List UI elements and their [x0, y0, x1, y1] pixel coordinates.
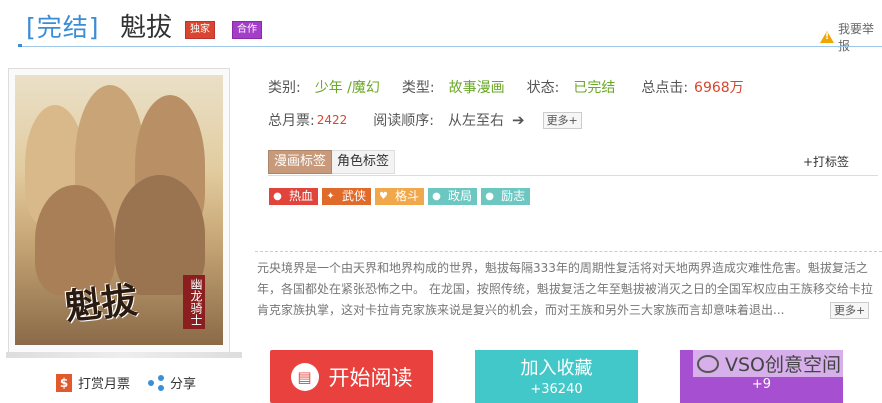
description-more-button[interactable]: 更多+: [830, 302, 870, 319]
description-text: 元央境界是一个由天界和地界构成的世界，魁拔每隔333年的周期性复活将对天地两界造…: [257, 261, 873, 317]
favorite-count: +36240: [530, 382, 583, 397]
heart-icon: ♥: [376, 189, 392, 204]
share-icon: [148, 374, 164, 391]
drop-icon: ●: [270, 189, 285, 204]
start-reading-label: 开始阅读: [328, 365, 413, 390]
report-label: 我要举报: [838, 22, 875, 53]
bubble-icon: ●: [429, 189, 445, 204]
add-tag-button[interactable]: +打标签: [803, 153, 849, 170]
watermark: VSO创意空间: [693, 350, 846, 377]
vote-count: +9: [751, 377, 772, 392]
cover-subtitle: 幽龙骑士: [183, 275, 205, 329]
comic-title: 魁拔: [120, 13, 173, 43]
type-label: 类型:: [401, 80, 435, 96]
watermark-text: VSO创意空间: [725, 354, 842, 376]
tag-chip[interactable]: ✦ 武侠: [322, 188, 372, 205]
collab-badge: 合作: [232, 21, 262, 39]
total-clicks-label: 总点击:: [641, 80, 689, 96]
tag-label: 武侠: [338, 189, 371, 204]
cover-logo: 魁拔: [63, 279, 140, 329]
header-divider: [18, 46, 882, 47]
bubble-icon: ●: [482, 189, 498, 204]
book-icon: ▤: [290, 362, 319, 391]
monthly-ticket-button[interactable]: $ 打赏月票: [56, 373, 130, 392]
state-value: 已完结: [573, 80, 616, 96]
arrow-right-icon: ➔: [511, 111, 525, 129]
category-value[interactable]: 少年 /魔幻: [315, 77, 380, 97]
tag-chip[interactable]: ● 政局: [428, 188, 478, 205]
cover-stand: [6, 352, 242, 358]
tag-label: 政局: [444, 189, 477, 204]
monthly-votes-value: 2422: [316, 113, 348, 127]
category-label: 类别:: [268, 80, 301, 96]
share-label: 分享: [170, 377, 197, 392]
wechat-icon: [697, 354, 719, 373]
cover-image[interactable]: 魁拔 幽龙骑士: [15, 75, 223, 345]
completion-status: [完结]: [26, 13, 100, 42]
more-info-button[interactable]: 更多+: [542, 111, 582, 129]
tab-comic-tags[interactable]: 漫画标签: [268, 150, 333, 174]
tag-label: 励志: [497, 189, 530, 204]
tag-label: 热血: [285, 189, 318, 204]
add-favorite-label: 加入收藏: [520, 358, 593, 379]
header-accent: [18, 44, 22, 47]
reading-order-label: 阅读顺序:: [373, 113, 434, 129]
info-row-1: 类别: 少年 /魔幻 类型: 故事漫画 状态: 已完结 总点击: 6968万: [268, 77, 744, 97]
report-link[interactable]: 我要举报: [820, 20, 882, 54]
tag-label: 格斗: [391, 189, 424, 204]
description-divider: [255, 251, 882, 252]
tag-list: ● 热血 ✦ 武侠 ♥ 格斗 ● 政局 ● 励志: [269, 188, 531, 205]
exclusive-badge: 独家: [185, 21, 215, 39]
info-row-2: 总月票: 2422 阅读顺序: 从左至右 ➔ 更多+: [268, 110, 582, 130]
dollar-icon: $: [56, 373, 72, 392]
tag-chip[interactable]: ● 热血: [269, 188, 319, 205]
total-clicks-value: 6968万: [694, 80, 744, 96]
tag-tabs: 漫画标签 角色标签: [268, 150, 396, 174]
tag-chip[interactable]: ● 励志: [481, 188, 531, 205]
tags-divider: [268, 175, 878, 176]
header: [完结] 魁拔 独家 合作 我要举报: [0, 0, 882, 53]
tab-character-tags[interactable]: 角色标签: [332, 150, 396, 174]
type-value[interactable]: 故事漫画: [449, 77, 505, 97]
cover-frame[interactable]: 魁拔 幽龙骑士: [8, 68, 230, 354]
state-label: 状态:: [526, 80, 560, 96]
add-favorite-button[interactable]: 加入收藏 +36240: [475, 350, 638, 403]
reading-order-value: 从左至右: [447, 113, 504, 129]
monthly-ticket-label: 打赏月票: [78, 377, 131, 392]
tag-chip[interactable]: ♥ 格斗: [375, 188, 425, 205]
warning-icon: [820, 31, 834, 43]
monthly-votes-label: 总月票:: [268, 113, 315, 129]
share-button[interactable]: 分享: [148, 373, 196, 392]
runner-icon: ✦: [323, 189, 339, 204]
start-reading-button[interactable]: ▤ 开始阅读: [270, 350, 433, 403]
